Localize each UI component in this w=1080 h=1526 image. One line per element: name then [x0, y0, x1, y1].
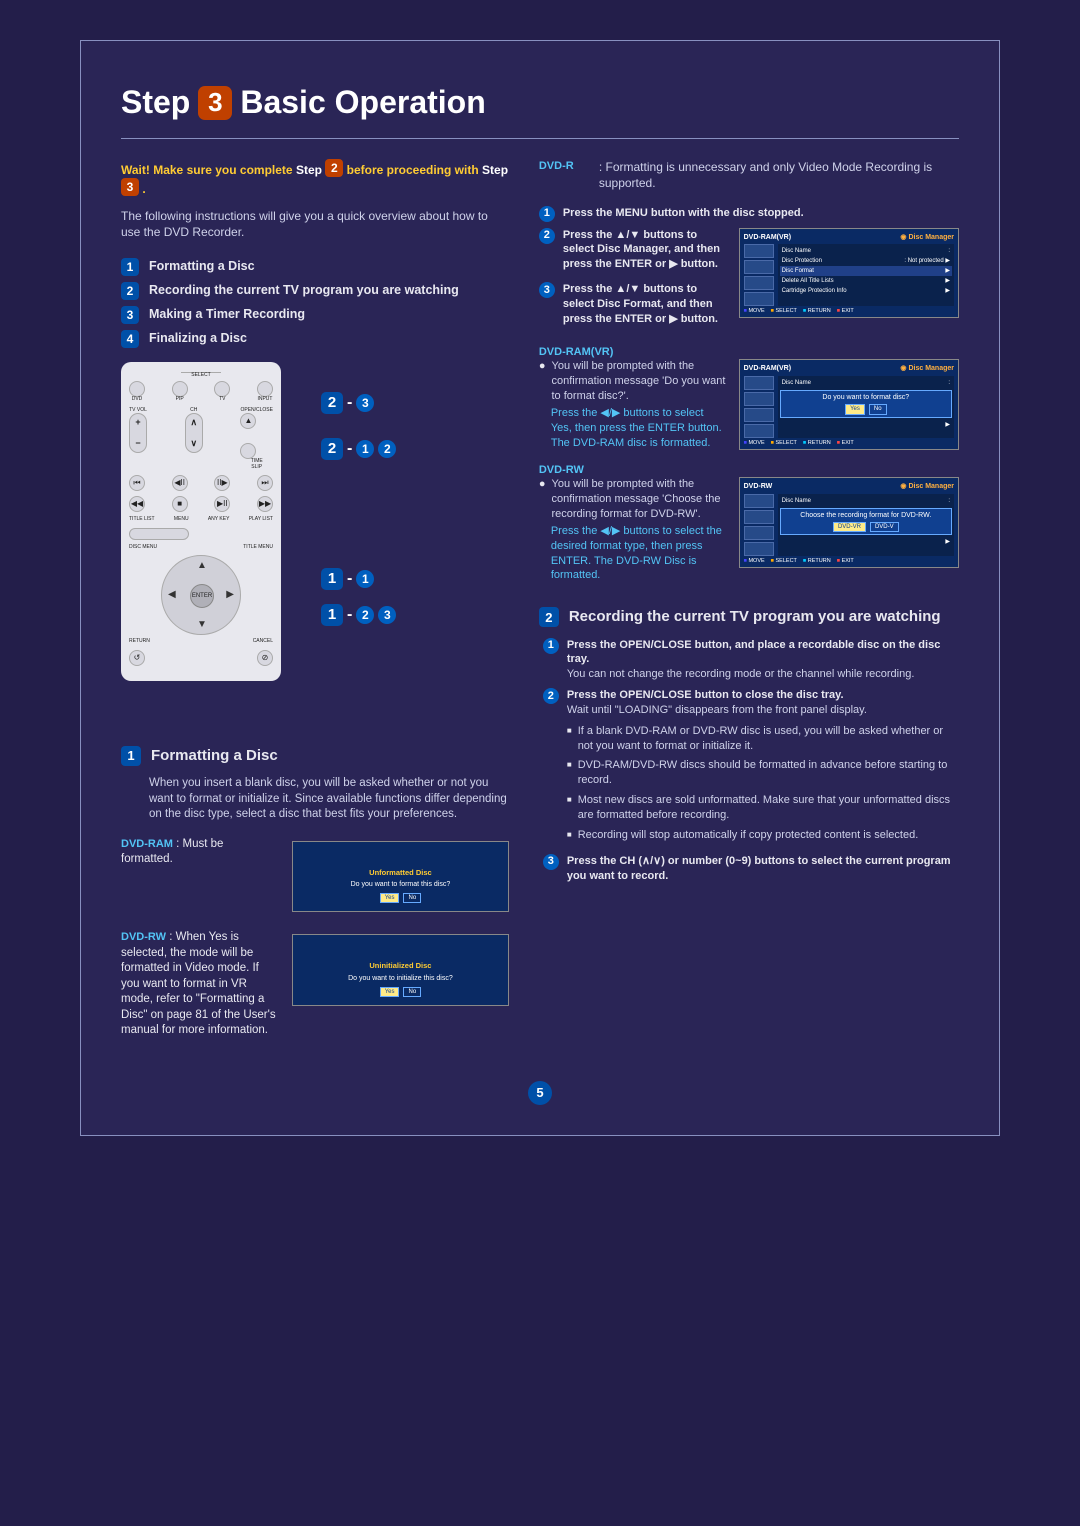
rec-step-3-badge: 3: [543, 854, 559, 870]
dvd-ram-vr-label: DVD-RAM(VR): [539, 345, 959, 360]
step-3-text: Press the ▲/▼ buttons to select Disc For…: [563, 282, 727, 327]
toc-num-3: 3: [121, 306, 139, 324]
remote-return-btn: ↺: [129, 650, 145, 666]
remote-play: ▶II: [214, 496, 230, 512]
dvd-r-label: DVD-R: [539, 159, 593, 191]
dvd-rw-text: : When Yes is selected, the mode will be…: [121, 931, 276, 1036]
remote-vol-rocker: +−: [129, 413, 147, 453]
step-badge-2: 2: [539, 228, 555, 244]
divider: [121, 138, 959, 139]
screenshot-ram-vr: DVD-RAM(VR)◉ Disc Manager Disc Name: Do …: [739, 359, 959, 450]
ram-vr-bullet: You will be prompted with the confirmati…: [552, 359, 727, 404]
right-column: DVD-R : Formatting is unnecessary and on…: [539, 159, 959, 1057]
dvd-rw-heading: DVD-RW: [539, 463, 959, 478]
dvd-r-text: : Formatting is unnecessary and only Vid…: [599, 159, 959, 191]
remote-input-btn: [257, 381, 273, 397]
rec-step-2-badge: 2: [543, 688, 559, 704]
remote-pip-btn: [172, 381, 188, 397]
warning-step-word: Step: [296, 163, 322, 177]
warning-step-word-2: Step: [482, 163, 508, 177]
remote-dvd-btn: [129, 381, 145, 397]
remote-skip-fwd: ⏭: [257, 475, 273, 491]
screenshot-dvd-rw: DVD-RW◉ Disc Manager Disc Name: Choose t…: [739, 477, 959, 583]
step-badge-1: 1: [539, 206, 555, 222]
badge-step-3: 3: [121, 178, 139, 196]
left-column: Wait! Make sure you complete Step 2 befo…: [121, 159, 509, 1057]
step-badge-3: 3: [539, 282, 555, 298]
ram-vr-tail: Press the ◀/▶ buttons to select Yes, the…: [551, 406, 727, 451]
intro-text: The following instructions will give you…: [121, 208, 509, 240]
dvd-rw-label: DVD-RW: [121, 931, 166, 943]
warning-mid: before proceeding with: [347, 163, 479, 177]
toc-label-1: Formatting a Disc: [149, 258, 255, 275]
step-1-text: Press the MENU button with the disc stop…: [563, 206, 959, 222]
remote-enter-btn: ENTER: [190, 584, 214, 608]
remote-tv-btn: [214, 381, 230, 397]
toc-label-4: Finalizing a Disc: [149, 330, 247, 347]
remote-ch-rocker: ∧∨: [185, 413, 203, 453]
step-2-text: Press the ▲/▼ buttons to select Disc Man…: [563, 228, 727, 273]
step-title: Step 3 Basic Operation: [121, 81, 959, 124]
badge-step-2: 2: [325, 159, 343, 177]
section-2-heading: 2 Recording the current TV program you a…: [539, 607, 959, 627]
toc-num-4: 4: [121, 330, 139, 348]
toc-num-1: 1: [121, 258, 139, 276]
manual-page: Step 3 Basic Operation Wait! Make sure y…: [80, 40, 1000, 1136]
warning-line: Wait! Make sure you complete Step 2 befo…: [121, 159, 509, 197]
screenshot-disc-manager: DVD-RAM(VR)◉ Disc Manager Disc Name: Dis…: [739, 228, 959, 333]
dvd-rw-bullet: You will be prompted with the confirmati…: [552, 477, 727, 522]
section-1-heading: 1 Formatting a Disc: [121, 746, 509, 766]
remote-ff: ▶▶: [257, 496, 273, 512]
remote-menu-bar: [129, 528, 189, 540]
rec-step-3-text: Press the CH (∧/∨) or number (0~9) butto…: [567, 854, 959, 884]
remote-cancel-btn: ⊘: [257, 650, 273, 666]
remote-skip-back: ⏮: [129, 475, 145, 491]
toc-label-3: Making a Timer Recording: [149, 306, 305, 323]
remote-step-back: ◀II: [172, 475, 188, 491]
screenshot-init-prompt: Uninitialized Disc Do you want to initia…: [292, 934, 509, 1039]
toc-num-2: 2: [121, 282, 139, 300]
rec-step-2-text: Press the OPEN/CLOSE button to close the…: [567, 688, 959, 848]
screenshot-format-prompt: Unformatted Disc Do you want to format t…: [292, 841, 509, 913]
remote-dpad: ▲▼ ◀▶ ENTER: [161, 555, 241, 635]
dvd-rw-tail: Press the ◀/▶ buttons to select the desi…: [551, 524, 727, 583]
section-1-body: When you insert a blank disc, you will b…: [121, 776, 509, 823]
rec-step-1-badge: 1: [543, 638, 559, 654]
remote-rew: ◀◀: [129, 496, 145, 512]
remote-stop: ■: [172, 496, 188, 512]
remote-select-label: SELECT: [181, 372, 221, 379]
warning-prefix: Wait! Make sure you complete: [121, 163, 293, 177]
page-number: 5: [121, 1081, 959, 1105]
step-title-text: Basic Operation: [240, 81, 485, 124]
step-number-badge: 3: [198, 86, 232, 120]
toc-label-2: Recording the current TV program you are…: [149, 282, 459, 299]
rec-step-1-text: Press the OPEN/CLOSE button, and place a…: [567, 638, 959, 683]
toc: 1 Formatting a Disc 2 Recording the curren…: [121, 258, 509, 348]
dvd-ram-label: DVD-RAM: [121, 838, 173, 850]
remote-timeslip-btn: [240, 443, 256, 459]
remote-step-fwd: II▶: [214, 475, 230, 491]
warning-period: .: [142, 182, 145, 196]
remote-openclose-btn: ▲: [240, 413, 256, 429]
remote-control-illustration: SELECT DVD PIP TV INPUT TV VOL+− CH∧∨ OP…: [121, 362, 281, 681]
step-word: Step: [121, 81, 190, 124]
